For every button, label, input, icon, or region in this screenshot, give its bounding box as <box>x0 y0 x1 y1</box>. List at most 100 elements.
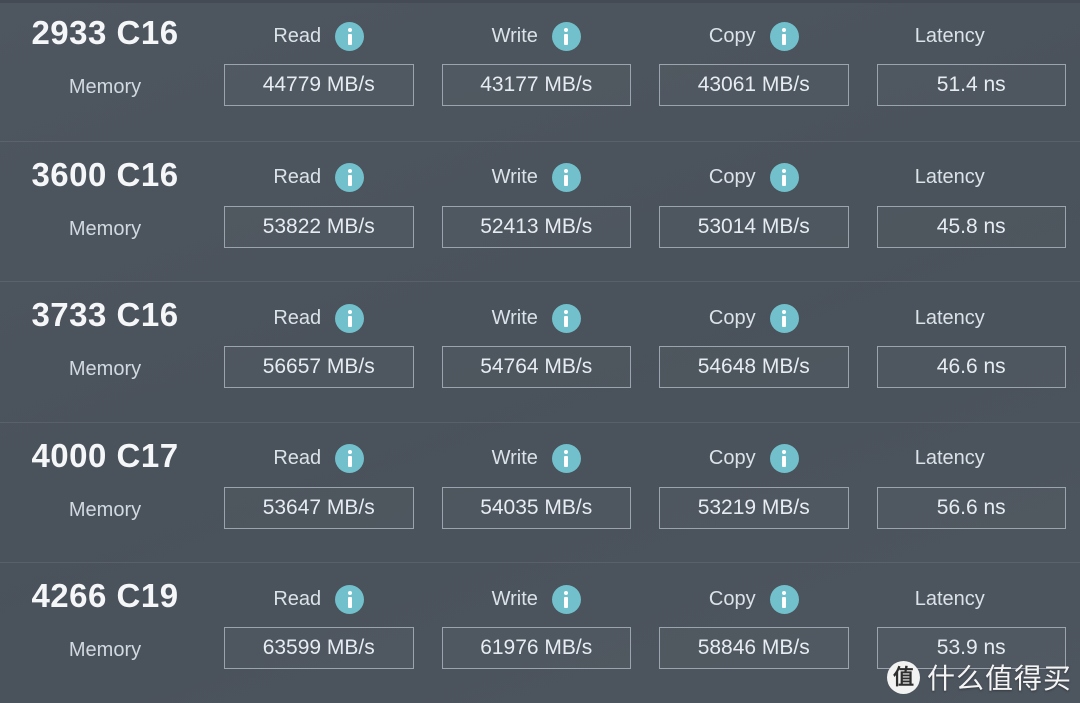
metric-column-latency: Latency 45.8 ns <box>863 142 1080 282</box>
metric-value: 61976 MB/s <box>480 636 593 660</box>
info-icon[interactable] <box>551 584 581 614</box>
benchmark-row: 4266 C19 Memory Read 63599 MB/s Write 61976 M… <box>0 562 1080 703</box>
metric-header: Copy <box>645 20 863 52</box>
metric-header: Latency <box>863 443 1080 475</box>
metric-label: Read <box>273 24 322 47</box>
metric-value: 44779 MB/s <box>262 73 375 96</box>
metric-value-box: 46.6 ns <box>876 346 1066 389</box>
info-icon[interactable] <box>335 303 365 333</box>
info-icon[interactable] <box>551 444 581 474</box>
metric-column-copy: Copy 58846 MB/s <box>645 563 863 703</box>
metric-header: Read <box>210 302 428 334</box>
metric-value-box: 61976 MB/s <box>441 627 631 670</box>
metric-label: Copy <box>708 166 756 189</box>
metric-label: Read <box>273 587 322 610</box>
metric-value: 54764 MB/s <box>480 355 593 379</box>
metric-value: 52413 MB/s <box>480 214 593 238</box>
metric-value-box: 56.6 ns <box>876 486 1066 529</box>
metric-column-copy: Copy 54648 MB/s <box>645 282 863 422</box>
benchmark-row: 3600 C16 Memory Read 53822 MB/s Write 52413 M… <box>0 140 1080 282</box>
metric-label: Write <box>491 166 538 189</box>
metric-value-box: 54648 MB/s <box>659 346 849 389</box>
metric-header: Write <box>428 162 646 194</box>
metric-value-box: 63599 MB/s <box>224 627 414 670</box>
info-icon[interactable] <box>335 444 365 474</box>
metric-header: Read <box>210 443 428 475</box>
metric-header: Latency <box>863 20 1080 52</box>
metric-value-box: 43061 MB/s <box>659 64 849 106</box>
info-icon-spacer <box>999 444 1028 473</box>
metric-columns: Read 63599 MB/s Write 61976 MB/s Copy 58846 M… <box>210 563 1080 703</box>
metric-label: Read <box>273 447 322 470</box>
metric-value: 63599 MB/s <box>262 636 375 660</box>
metric-header: Copy <box>645 302 863 334</box>
info-icon[interactable] <box>769 163 799 193</box>
metric-value: 54648 MB/s <box>697 355 810 379</box>
memory-profile-name: 2933 C16 <box>31 14 179 51</box>
metric-column-write: Write 61976 MB/s <box>428 563 646 703</box>
metric-header: Read <box>210 162 428 194</box>
row-identity: 3600 C16 Memory <box>0 142 210 282</box>
metric-value-box: 51.4 ns <box>876 64 1066 106</box>
metric-column-copy: Copy 53219 MB/s <box>645 423 863 563</box>
metric-header: Copy <box>645 583 863 615</box>
info-icon[interactable] <box>551 21 581 51</box>
metric-label: Read <box>273 166 322 189</box>
benchmark-row: 2933 C16 Memory Read 44779 MB/s Write 43177 M… <box>0 0 1080 141</box>
metric-column-read: Read 53822 MB/s <box>210 142 428 282</box>
metric-header: Write <box>428 443 646 475</box>
metric-label: Copy <box>708 447 756 470</box>
device-type-label: Memory <box>68 639 142 662</box>
metric-value-box: 44779 MB/s <box>224 64 414 106</box>
benchmark-row: 4000 C17 Memory Read 53647 MB/s Write 54035 M… <box>0 421 1080 563</box>
metric-value-box: 54035 MB/s <box>441 486 631 529</box>
metric-header: Write <box>428 302 646 334</box>
metric-value: 53822 MB/s <box>262 214 375 238</box>
device-type-label: Memory <box>68 76 142 98</box>
memory-profile-name: 4000 C17 <box>31 436 179 474</box>
metric-value: 46.6 ns <box>936 355 1006 379</box>
info-icon[interactable] <box>551 303 581 333</box>
metric-value: 54035 MB/s <box>480 495 593 519</box>
metric-value-box: 56657 MB/s <box>224 346 414 389</box>
info-icon[interactable] <box>769 444 799 474</box>
device-type-label: Memory <box>68 498 142 521</box>
metric-column-latency: Latency 53.9 ns <box>863 563 1080 703</box>
metric-columns: Read 53647 MB/s Write 54035 MB/s Copy 53219 M… <box>210 423 1080 563</box>
metric-label: Copy <box>708 587 756 610</box>
info-icon[interactable] <box>769 584 799 614</box>
metric-value: 53647 MB/s <box>262 495 375 519</box>
metric-value-box: 43177 MB/s <box>441 64 631 106</box>
info-icon[interactable] <box>335 163 365 193</box>
metric-value: 43061 MB/s <box>697 73 810 96</box>
benchmark-row-list: 2933 C16 Memory Read 44779 MB/s Write 43177 M… <box>0 0 1080 703</box>
info-icon[interactable] <box>551 163 581 193</box>
memory-benchmark-panel: 2933 C16 Memory Read 44779 MB/s Write 43177 M… <box>0 0 1080 703</box>
metric-header: Write <box>428 20 646 52</box>
metric-label: Latency <box>914 166 985 189</box>
metric-value-box: 53822 MB/s <box>224 205 414 248</box>
row-identity: 3733 C16 Memory <box>0 282 210 422</box>
row-identity: 2933 C16 Memory <box>0 0 210 141</box>
info-icon[interactable] <box>769 21 799 51</box>
metric-value: 56657 MB/s <box>262 355 375 379</box>
metric-column-latency: Latency 51.4 ns <box>863 0 1080 141</box>
info-icon[interactable] <box>769 303 799 333</box>
metric-column-write: Write 54764 MB/s <box>428 282 646 422</box>
metric-column-read: Read 44779 MB/s <box>210 0 428 141</box>
metric-columns: Read 56657 MB/s Write 54764 MB/s Copy 54648 M… <box>210 282 1080 422</box>
device-type-label: Memory <box>68 358 142 381</box>
row-identity: 4000 C17 Memory <box>0 423 210 563</box>
info-icon[interactable] <box>335 21 365 51</box>
info-icon-spacer <box>999 163 1028 192</box>
metric-label: Copy <box>708 24 756 47</box>
metric-columns: Read 53822 MB/s Write 52413 MB/s Copy 53014 M… <box>210 142 1080 282</box>
metric-value: 43177 MB/s <box>480 73 593 96</box>
info-icon[interactable] <box>335 584 365 614</box>
memory-profile-name: 4266 C19 <box>31 577 179 615</box>
metric-label: Read <box>273 306 322 329</box>
metric-value: 58846 MB/s <box>697 636 810 660</box>
metric-header: Read <box>210 583 428 615</box>
metric-header: Read <box>210 20 428 52</box>
metric-value-box: 52413 MB/s <box>441 205 631 248</box>
